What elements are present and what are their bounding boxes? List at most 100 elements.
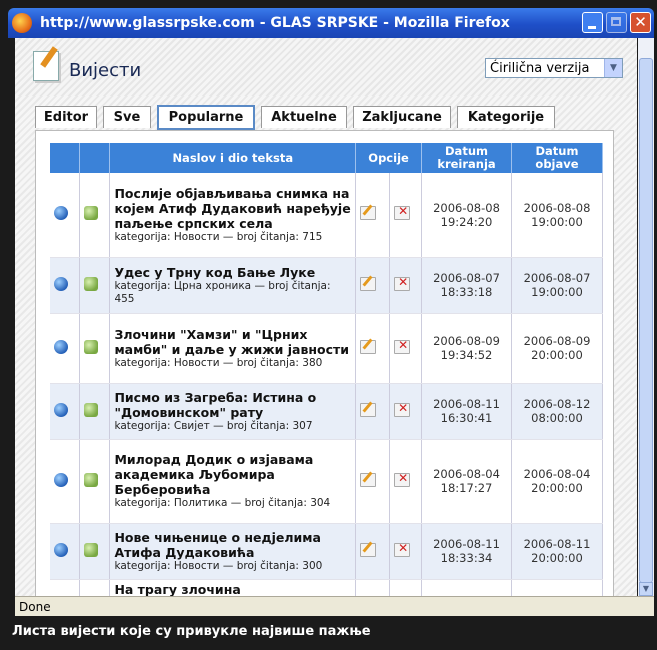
published-date: 2006-08-12 [523, 397, 591, 411]
delete-icon[interactable] [394, 401, 411, 417]
status-bar: Done [15, 596, 654, 616]
published-time: 19:00:00 [531, 285, 583, 299]
globe-icon[interactable] [54, 276, 68, 291]
created-date: 2006-08-08 [433, 200, 500, 215]
published-date: 2006-08-08 [523, 200, 591, 215]
created-time: 16:30:41 [440, 411, 493, 425]
table-row: Писмо из Загреба: Истина о "Домовинском"… [50, 383, 604, 440]
published-date: 2006-08-09 [523, 334, 591, 348]
published-date: 2006-08-04 [523, 467, 591, 481]
tab-popularne[interactable]: Popularne [157, 105, 255, 130]
tab-aktuelne[interactable]: Aktuelne [261, 106, 347, 128]
news-title-link[interactable]: На трагу злочина [114, 582, 351, 597]
published-time: 20:00:00 [531, 348, 583, 362]
header-created[interactable]: Datum kreiranja [421, 143, 512, 173]
created-date: 2006-08-11 [433, 397, 500, 411]
go-arrow-icon[interactable] [84, 276, 99, 291]
news-meta: kategorija: Политика — broj čitanja: 304 [114, 497, 331, 509]
edit-icon[interactable] [360, 276, 377, 291]
created-time: 19:24:20 [440, 214, 493, 229]
status-text: Done [19, 600, 51, 614]
go-arrow-icon[interactable] [84, 402, 99, 417]
globe-icon[interactable] [54, 472, 68, 487]
close-button[interactable]: ✕ [630, 12, 651, 33]
news-title-link[interactable]: Нове чињенице о недјелима Атифа Дудакови… [114, 530, 351, 560]
news-meta: kategorija: Новости — broj čitanja: 380 [114, 356, 323, 369]
version-select[interactable]: Ćirilična verzija ▼ [485, 58, 623, 78]
screenshot-frame: http://www.glassrpske.com - GLAS SRPSKE … [0, 0, 657, 650]
news-title-link[interactable]: Послије објављивања снимка на којем Атиф… [114, 186, 351, 231]
firefox-icon [12, 13, 32, 33]
header-published[interactable]: Datum objave [511, 143, 604, 173]
news-meta: kategorija: Новости — broj čitanja: 715 [114, 230, 323, 243]
edit-icon[interactable] [360, 402, 377, 417]
globe-icon[interactable] [54, 339, 68, 354]
created-time: 18:17:27 [440, 481, 493, 495]
table-row: Нове чињенице о недјелима Атифа Дудакови… [50, 523, 604, 580]
edit-icon[interactable] [360, 339, 377, 354]
header-options: Opcije [355, 143, 423, 173]
news-meta: kategorija: Свијет — broj čitanja: 307 [114, 419, 313, 432]
tab-sve[interactable]: Sve [103, 106, 151, 128]
published-time: 08:00:00 [531, 411, 583, 425]
go-arrow-icon[interactable] [84, 472, 99, 487]
scrollbar-thumb[interactable] [639, 58, 653, 583]
news-title-link[interactable]: Писмо из Загреба: Истина о "Домовинском"… [114, 390, 351, 420]
go-arrow-icon[interactable] [84, 542, 99, 557]
vertical-scrollbar[interactable]: ▼ [638, 38, 654, 596]
tab-kategorije[interactable]: Kategorije [457, 106, 555, 128]
news-title-link[interactable]: Злочини "Хамзи" и "Црних мамби" и даље у… [114, 327, 351, 357]
news-panel: Naslov i dio teksta Opcije Datum kreiran… [35, 130, 614, 596]
table-row: На трагу злочина [50, 579, 604, 597]
scroll-down-arrow-icon[interactable]: ▼ [639, 582, 653, 596]
edit-icon[interactable] [360, 206, 377, 221]
table-row: Злочини "Хамзи" и "Црних мамби" и даље у… [50, 313, 604, 384]
news-meta: kategorija: Црна хроника — broj čitanja:… [114, 279, 331, 305]
tab-editor[interactable]: Editor [35, 106, 97, 128]
app-header: Вијести Ćirilična verzija ▼ [15, 38, 637, 96]
table-header-row: Naslov i dio teksta Opcije Datum kreiran… [50, 143, 604, 173]
table-row: Милорад Додик о изјавама академика Љубом… [50, 439, 604, 524]
published-time: 20:00:00 [531, 481, 583, 495]
edit-page-icon [33, 51, 59, 81]
delete-icon[interactable] [394, 471, 411, 487]
globe-icon[interactable] [54, 206, 68, 221]
globe-icon[interactable] [54, 542, 68, 557]
news-table: Naslov i dio teksta Opcije Datum kreiran… [50, 143, 604, 597]
tab-zakljucane[interactable]: Zakljucane [353, 106, 451, 128]
delete-icon[interactable] [394, 204, 411, 221]
published-date: 2006-08-07 [523, 271, 591, 285]
app-title: Вијести [69, 60, 142, 81]
table-row: Удес у Трну код Бање Луке kategorija: Црн… [50, 257, 604, 314]
table-row: Послије објављивања снимка на којем Атиф… [50, 173, 604, 258]
created-date: 2006-08-04 [433, 467, 500, 481]
go-arrow-icon[interactable] [84, 339, 99, 354]
version-select-value: Ćirilična verzija [490, 61, 590, 76]
published-time: 20:00:00 [531, 551, 583, 565]
delete-icon[interactable] [394, 338, 411, 354]
created-time: 19:34:52 [440, 348, 493, 362]
edit-icon[interactable] [360, 542, 377, 557]
created-date: 2006-08-09 [433, 334, 500, 348]
news-title-link[interactable]: Удес у Трну код Бање Луке [114, 265, 351, 280]
go-arrow-icon[interactable] [84, 206, 99, 221]
minimize-button[interactable] [582, 12, 603, 33]
created-time: 18:33:34 [440, 551, 493, 565]
browser-content: Вијести Ćirilična verzija ▼ Editor Sve P… [15, 38, 637, 596]
created-date: 2006-08-07 [433, 271, 500, 285]
chevron-down-icon[interactable]: ▼ [604, 59, 622, 77]
edit-icon[interactable] [360, 472, 377, 487]
published-time: 19:00:00 [531, 214, 583, 229]
delete-icon[interactable] [394, 275, 411, 291]
created-time: 18:33:18 [440, 285, 493, 299]
header-title[interactable]: Naslov i dio teksta [109, 143, 357, 173]
window-title: http://www.glassrpske.com - GLAS SRPSKE … [40, 15, 510, 31]
image-caption: Листа вијести које су привукле највише п… [12, 624, 371, 639]
maximize-button[interactable] [606, 12, 627, 33]
main-area: Editor Sve Popularne Aktuelne Zakljucane… [15, 96, 637, 596]
published-date: 2006-08-11 [523, 537, 591, 551]
globe-icon[interactable] [54, 402, 68, 417]
delete-icon[interactable] [394, 541, 411, 557]
news-title-link[interactable]: Милорад Додик о изјавама академика Љубом… [114, 452, 351, 497]
news-meta: kategorija: Новости — broj čitanja: 300 [114, 559, 323, 572]
